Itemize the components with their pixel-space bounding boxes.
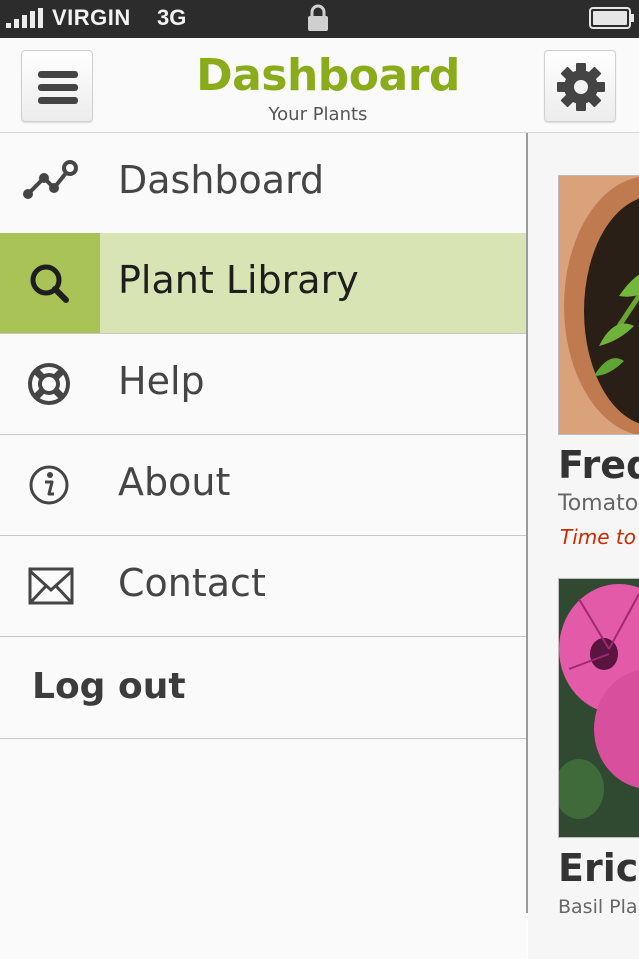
menu-button[interactable]: [21, 50, 93, 122]
plant-type: Basil Pla: [558, 896, 638, 918]
gear-icon: [557, 63, 605, 111]
logout-button[interactable]: Log out: [0, 638, 526, 739]
plant-alert: Time to w: [560, 525, 639, 549]
settings-button[interactable]: [544, 50, 616, 122]
page-subtitle: Your Plants: [268, 104, 368, 125]
sidebar-item-plant-library[interactable]: Plant Library: [0, 233, 526, 334]
info-icon: [0, 435, 100, 535]
signal-icon: [6, 8, 46, 28]
plant-name: Fred: [558, 443, 639, 487]
plant-photo[interactable]: [558, 175, 639, 435]
plant-type: Tomato: [558, 491, 639, 516]
sidebar-item-dashboard[interactable]: Dashboard: [0, 133, 526, 234]
line-chart-icon: [0, 133, 100, 233]
plant-list: Fred Tomato Time to w Erica Basil Pla: [528, 133, 639, 959]
plant-name: Erica: [558, 846, 639, 890]
page-title: Dashboard: [196, 50, 460, 101]
tomato-seedling-image: [559, 176, 639, 434]
hamburger-icon: [38, 71, 78, 104]
sidebar-item-label: About: [118, 460, 231, 504]
lifebuoy-icon: [0, 334, 100, 434]
sidebar-item-help[interactable]: Help: [0, 334, 526, 435]
battery-icon: [589, 7, 634, 29]
logout-label: Log out: [32, 666, 186, 707]
envelope-icon: [0, 536, 100, 636]
sidebar-item-label: Contact: [118, 561, 266, 605]
sidebar-item-label: Help: [118, 359, 205, 403]
petunia-flower-image: [559, 579, 639, 837]
plant-photo[interactable]: [558, 578, 639, 838]
status-bar: VIRGIN 3G: [0, 0, 639, 38]
sidebar-item-about[interactable]: About: [0, 435, 526, 536]
carrier-label: VIRGIN: [52, 5, 131, 30]
lock-icon: [308, 4, 328, 31]
sidebar-item-label: Plant Library: [118, 258, 359, 302]
network-label: 3G: [157, 5, 187, 30]
sidebar-item-contact[interactable]: Contact: [0, 536, 526, 637]
side-menu: Dashboard Plant Library Help About Conta…: [0, 133, 526, 959]
app-header: Dashboard Your Plants: [0, 38, 639, 133]
sidebar-item-label: Dashboard: [118, 158, 325, 202]
search-icon: [0, 233, 100, 333]
